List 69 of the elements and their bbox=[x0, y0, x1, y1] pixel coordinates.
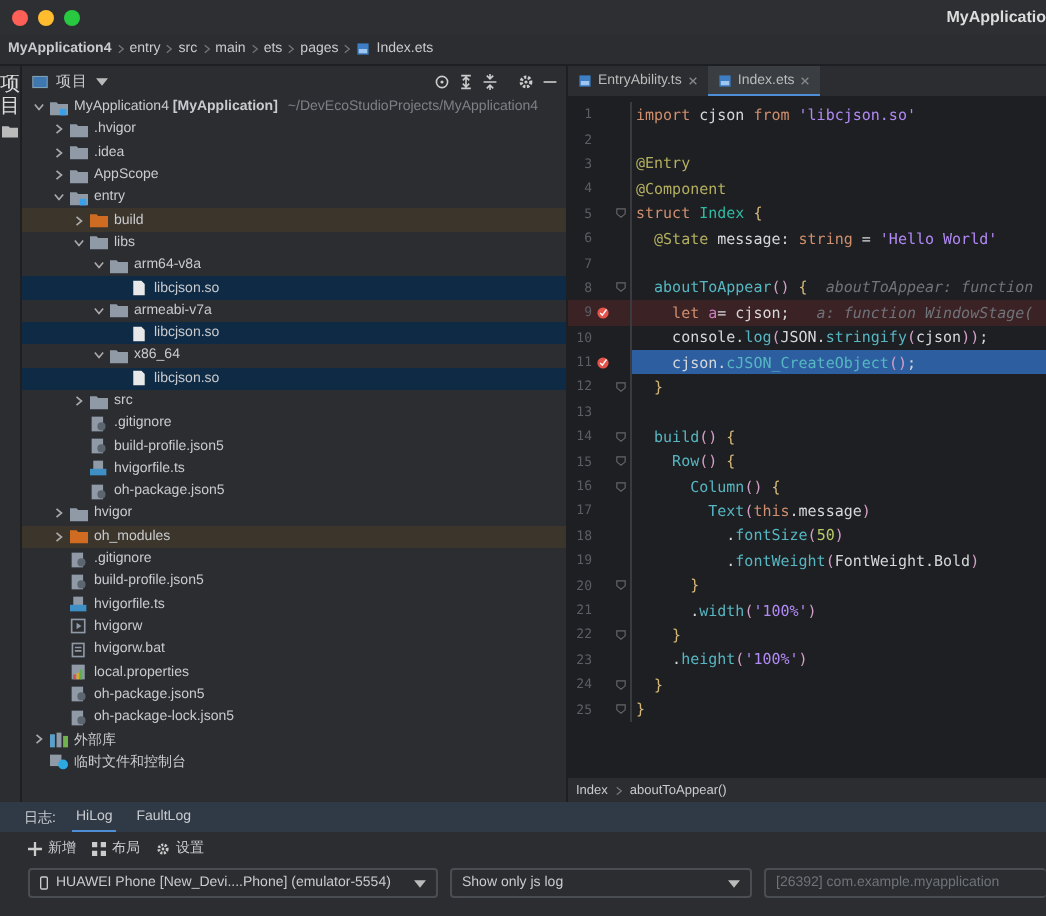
fold-icon[interactable] bbox=[615, 208, 625, 219]
settings-icon bbox=[156, 841, 170, 855]
panel-icon bbox=[32, 73, 48, 89]
library-icon bbox=[50, 731, 68, 748]
file-icon bbox=[130, 370, 148, 387]
config-file-icon bbox=[90, 438, 108, 455]
chevron-icon bbox=[166, 44, 173, 54]
chevron-icon bbox=[203, 44, 210, 54]
config-file-icon bbox=[70, 551, 88, 568]
caret-icon bbox=[728, 879, 740, 887]
phone-icon bbox=[40, 876, 48, 890]
target-icon[interactable] bbox=[434, 73, 450, 89]
chevron-icon[interactable] bbox=[53, 531, 63, 542]
expand-all-icon[interactable] bbox=[458, 73, 474, 89]
folder-icon[interactable] bbox=[2, 124, 18, 138]
grid-icon bbox=[92, 841, 106, 855]
file-icon bbox=[717, 73, 732, 87]
chevron-icon[interactable] bbox=[93, 350, 103, 361]
close-icon[interactable] bbox=[800, 75, 811, 85]
close-button[interactable] bbox=[12, 9, 28, 25]
fold-icon[interactable] bbox=[615, 481, 625, 492]
close-icon[interactable] bbox=[687, 76, 698, 86]
fold-icon[interactable] bbox=[615, 282, 625, 293]
chevron-icon bbox=[615, 785, 622, 795]
config-file-icon bbox=[70, 709, 88, 726]
fold-icon[interactable] bbox=[615, 704, 625, 715]
config-file-icon bbox=[70, 573, 88, 590]
caret-icon[interactable] bbox=[96, 77, 108, 85]
chevron-icon[interactable] bbox=[33, 734, 43, 745]
chevron-icon bbox=[288, 44, 295, 54]
fold-icon[interactable] bbox=[615, 456, 625, 467]
fold-icon[interactable] bbox=[615, 381, 625, 392]
plus-icon bbox=[28, 841, 42, 855]
chevron-icon bbox=[251, 44, 258, 54]
ts-file-icon bbox=[90, 460, 108, 477]
folder-icon bbox=[70, 189, 88, 206]
config-file-icon bbox=[70, 686, 88, 703]
fold-icon[interactable] bbox=[615, 580, 625, 591]
script-file-icon bbox=[70, 618, 88, 635]
project-tool-tab[interactable]: 项目 bbox=[0, 74, 20, 118]
minimize-button[interactable] bbox=[38, 9, 54, 25]
scratch-file-icon bbox=[50, 754, 68, 771]
file-icon bbox=[130, 325, 148, 342]
file-icon bbox=[356, 42, 371, 56]
collapse-all-icon[interactable] bbox=[482, 73, 498, 89]
config-file-icon bbox=[90, 483, 108, 500]
chevron-icon[interactable] bbox=[73, 396, 83, 406]
chevron-icon bbox=[117, 44, 124, 54]
breakpoint-icon[interactable] bbox=[595, 355, 609, 370]
window-title: MyApplicatio bbox=[946, 8, 1046, 26]
caret-icon bbox=[414, 879, 426, 887]
settings-icon[interactable] bbox=[518, 73, 534, 89]
chevron-icon[interactable] bbox=[53, 147, 63, 158]
file-icon bbox=[130, 280, 148, 297]
ts-file-icon bbox=[70, 596, 88, 613]
text-file-icon bbox=[70, 641, 88, 658]
folder-icon bbox=[50, 99, 68, 116]
file-icon bbox=[578, 74, 592, 88]
fold-icon[interactable] bbox=[615, 679, 625, 690]
chevron-icon[interactable] bbox=[93, 305, 103, 316]
breakpoint-icon[interactable] bbox=[595, 305, 609, 320]
chevron-icon bbox=[344, 44, 351, 54]
zoom-button[interactable] bbox=[64, 9, 80, 25]
chevron-icon[interactable] bbox=[93, 260, 103, 271]
chevron-icon[interactable] bbox=[53, 508, 63, 519]
properties-file-icon bbox=[70, 664, 88, 681]
fold-icon[interactable] bbox=[615, 629, 625, 640]
config-file-icon bbox=[90, 415, 108, 432]
fold-icon[interactable] bbox=[615, 431, 625, 442]
